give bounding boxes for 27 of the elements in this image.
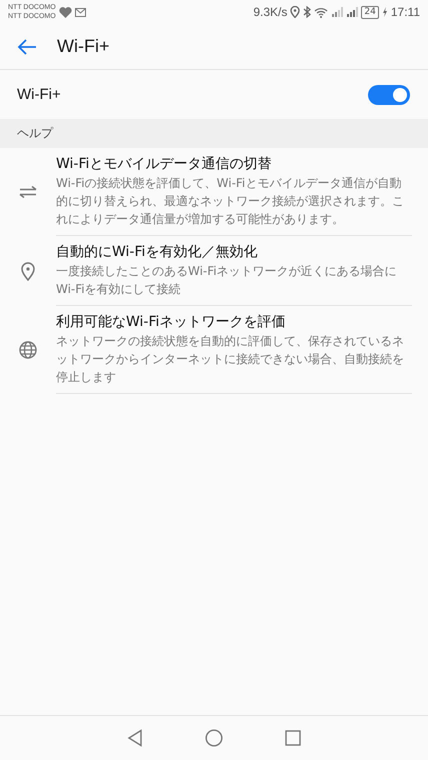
signal-icon — [331, 7, 344, 17]
help-title: 自動的にWi-Fiを有効化／無効化 — [56, 243, 258, 262]
signal-icon — [346, 7, 358, 17]
clock: 17:11 — [390, 5, 420, 19]
help-description: 一度接続したことのあるWi-Fiネットワークが近くにある場合にWi-Fiを有効にして接続 — [56, 263, 398, 298]
location-icon — [290, 6, 300, 18]
home-icon[interactable] — [205, 729, 223, 747]
globe-icon — [18, 341, 38, 359]
screen-title: Wi-Fi+ — [57, 36, 110, 57]
charging-icon — [382, 7, 388, 17]
section-header: ヘルプ — [17, 125, 53, 142]
recents-icon[interactable] — [285, 730, 301, 746]
battery-level: 24 — [361, 6, 379, 18]
mail-icon — [74, 8, 86, 16]
help-title: Wi-Fiとモバイルデータ通信の切替 — [56, 155, 272, 174]
swap-arrows-icon — [18, 186, 38, 198]
wifi-icon — [314, 6, 328, 18]
setting-label: Wi-Fi+ — [17, 86, 61, 103]
help-description: ネットワークの接続状態を自動的に評価して、保存されているネットワークからインターネットに接続できない場合、自動接続を停止します — [56, 333, 405, 386]
back-icon[interactable] — [17, 38, 37, 54]
toggle-switch[interactable] — [368, 84, 410, 104]
help-description: Wi-Fiの接続状態を評価して、Wi-Fiとモバイルデータ通信が自動的に切り替えられ、最適なネットワーク接続が選択されます。これによりデータ通信量が増加する可能性があります。 — [56, 175, 405, 228]
network-speed: 9.3K/s — [253, 5, 288, 19]
back-icon[interactable] — [127, 729, 143, 747]
heart-icon — [58, 6, 72, 18]
bluetooth-icon — [303, 6, 312, 18]
help-title: 利用可能なWi-Fiネットワークを評価 — [56, 313, 286, 332]
